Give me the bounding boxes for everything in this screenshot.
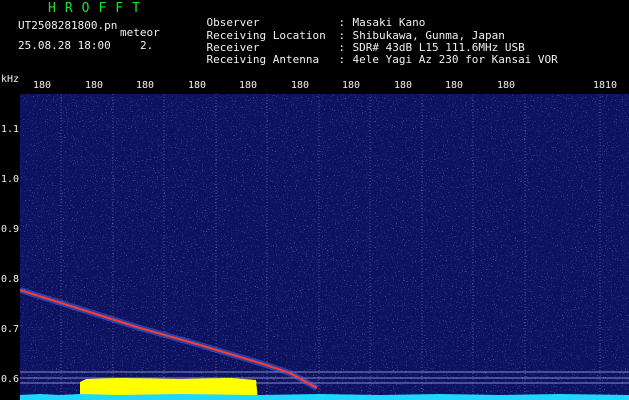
frequency-tick-label: 0.8 [1,274,20,285]
time-tick-label: 180 [239,80,258,91]
time-tick-label: 180 [342,80,361,91]
time-tick-label: 180 [136,80,155,91]
noise-floor-baseline [20,394,629,400]
header-panel: HROFFT UT2508281800.pn meteor 25.08.28 1… [0,0,629,74]
time-tick-label: 180 [85,80,104,91]
spectrogram-plot [20,94,629,400]
info-label: Receiving Antenna [206,53,320,66]
frequency-tick-label: 1.0 [1,174,20,185]
info-row-antenna: Receiving Antenna:4ele Yagi Az 230 for K… [180,40,558,79]
frequency-tick-label: 0.6 [1,374,20,385]
time-tick-label: 180 [188,80,207,91]
time-tick-label: 180 [394,80,413,91]
time-tick-label: 180 [33,80,52,91]
file-name: UT2508281800.pn [18,19,118,32]
app-title: HROFFT [48,1,149,16]
info-value: 4ele Yagi Az 230 for Kansai VOR [352,53,558,66]
capture-index: 2. [140,39,154,52]
capture-datetime: 25.08.28 18:00 [18,39,111,52]
event-tag: meteor [120,26,160,39]
info-separator: : [338,53,346,66]
time-tick-label: 1810 [593,80,618,91]
frequency-tick-label: 0.9 [1,224,20,235]
time-tick-label: 180 [291,80,310,91]
frequency-tick-label: 0.7 [1,324,20,335]
frequency-unit-label: kHz [1,74,20,85]
spectrogram-noise [20,94,629,400]
frequency-tick-label: 1.1 [1,124,20,135]
time-tick-label: 180 [445,80,464,91]
time-tick-label: 180 [497,80,516,91]
